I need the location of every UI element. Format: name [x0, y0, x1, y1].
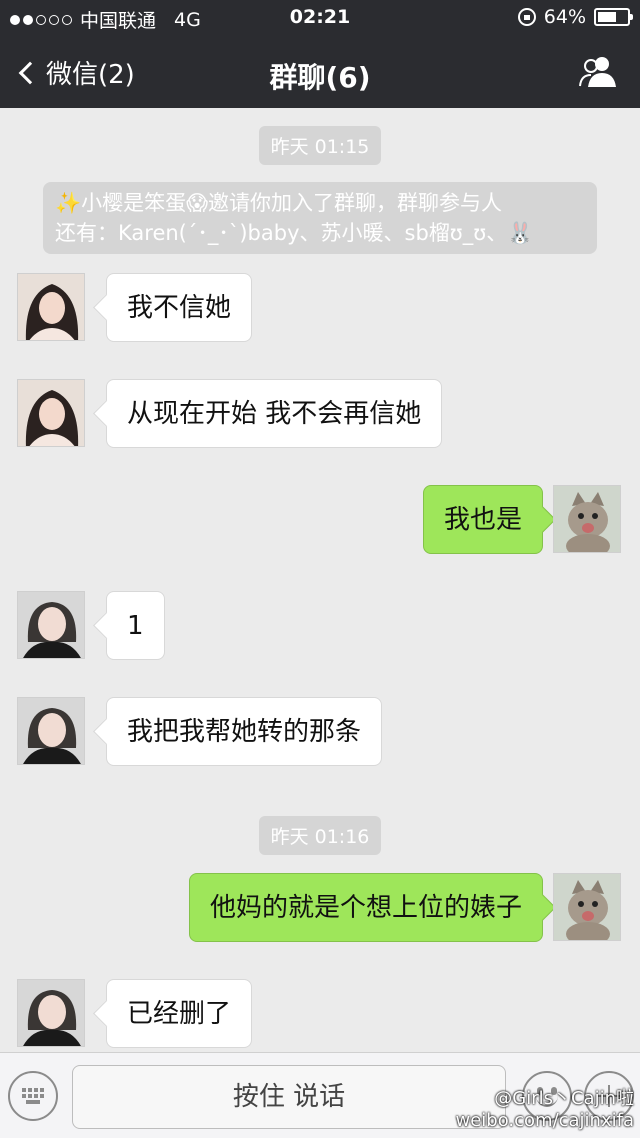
status-bar: 中国联通 4G 02:21 64%: [0, 0, 640, 36]
avatar[interactable]: [17, 591, 85, 659]
message-bubble-incoming[interactable]: 已经删了: [106, 979, 253, 1048]
message-bubble-outgoing[interactable]: 他妈的就是个想上位的婊子: [188, 873, 543, 942]
self-avatar[interactable]: [553, 485, 621, 553]
system-message: ✨小樱是笨蛋😱邀请你加入了群聊，群聊参与人 还有：Karen(´･_･`)bab…: [43, 182, 597, 254]
watermark-line: @Girls丶Cajin啦: [494, 1088, 634, 1109]
timestamp-label: 昨天 01:16: [258, 816, 382, 855]
member-a-avatar-image: [18, 380, 84, 446]
timestamp: 昨天 01:15: [0, 126, 640, 165]
message-text: 我也是: [443, 505, 522, 535]
group-members-button[interactable]: [578, 54, 618, 88]
hold-to-talk-button[interactable]: 按住 说话: [72, 1065, 506, 1129]
kitten-avatar-image: [554, 486, 620, 552]
avatar[interactable]: [17, 273, 85, 341]
keyboard-toggle-button[interactable]: [8, 1071, 58, 1121]
member-b-avatar-image: [18, 698, 84, 764]
message-text: 我把我帮她转的那条: [127, 717, 362, 747]
message-bubble-incoming[interactable]: 从现在开始 我不会再信她: [106, 379, 443, 448]
avatar[interactable]: [17, 979, 85, 1047]
member-a-avatar-image: [18, 274, 84, 340]
keyboard-icon: [22, 1088, 44, 1104]
message-text: 1: [127, 611, 144, 641]
key: [22, 1094, 26, 1098]
key: [34, 1088, 38, 1092]
people-icon: [579, 57, 616, 87]
rotation-lock-icon: [517, 8, 536, 26]
battery-fill: [598, 12, 616, 22]
spacebar: [26, 1100, 40, 1104]
message-text: 他妈的就是个想上位的婊子: [209, 893, 522, 923]
system-message-line: ✨小樱是笨蛋😱邀请你加入了群聊，群聊参与人: [55, 191, 503, 215]
key: [34, 1094, 38, 1098]
kitten-avatar-image: [554, 874, 620, 940]
nav-bar: 微信(2) 群聊(6): [0, 36, 640, 108]
timestamp: 昨天 01:16: [0, 816, 640, 855]
member-b-avatar-image: [18, 592, 84, 658]
status-right: 64%: [517, 6, 633, 28]
key: [40, 1088, 44, 1092]
key: [40, 1094, 44, 1098]
key: [28, 1094, 32, 1098]
key: [28, 1088, 32, 1092]
avatar[interactable]: [17, 697, 85, 765]
system-message-line: 还有：Karen(´･_･`)baby、苏小暖、sb榴ʊ_ʊ、🐰: [55, 221, 534, 245]
message-bubble-incoming[interactable]: 1: [106, 591, 165, 660]
battery-icon: [594, 8, 633, 26]
battery-percent: 64%: [543, 6, 586, 28]
self-avatar[interactable]: [553, 873, 621, 941]
avatar[interactable]: [17, 379, 85, 447]
watermark-line: weibo.com/cajinxifa: [455, 1110, 634, 1131]
message-text: 我不信她: [127, 293, 232, 323]
watermark: @Girls丶Cajin啦 weibo.com/cajinxifa: [455, 1088, 634, 1132]
chat-area[interactable]: 昨天 01:15 ✨小樱是笨蛋😱邀请你加入了群聊，群聊参与人 还有：Karen(…: [0, 108, 640, 1052]
member-b-avatar-image: [18, 980, 84, 1046]
key: [22, 1088, 26, 1092]
timestamp-label: 昨天 01:15: [258, 126, 382, 165]
message-bubble-incoming[interactable]: 我把我帮她转的那条: [106, 697, 383, 766]
message-text: 已经删了: [127, 999, 232, 1029]
message-text: 从现在开始 我不会再信她: [127, 399, 422, 429]
message-bubble-incoming[interactable]: 我不信她: [106, 273, 253, 342]
top-bar: 中国联通 4G 02:21 64% 微信(2) 群聊(6): [0, 0, 640, 108]
message-bubble-outgoing[interactable]: 我也是: [422, 485, 543, 554]
page-title: 群聊(6): [269, 61, 371, 94]
